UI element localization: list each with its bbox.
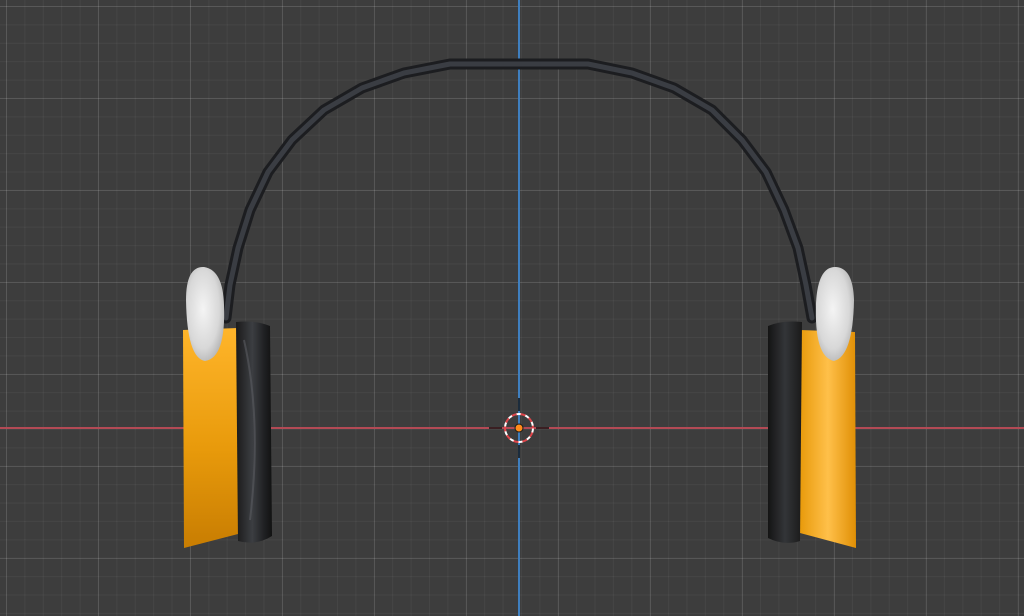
headphones-model[interactable] (0, 0, 1024, 616)
3d-cursor-icon[interactable] (489, 398, 549, 458)
3d-viewport[interactable] (0, 0, 1024, 616)
right-ear-cup[interactable] (768, 321, 856, 549)
origin-point-icon (514, 423, 524, 433)
right-cushion (768, 321, 802, 543)
headband[interactable] (220, 58, 818, 324)
left-ear-cup[interactable] (183, 321, 272, 549)
